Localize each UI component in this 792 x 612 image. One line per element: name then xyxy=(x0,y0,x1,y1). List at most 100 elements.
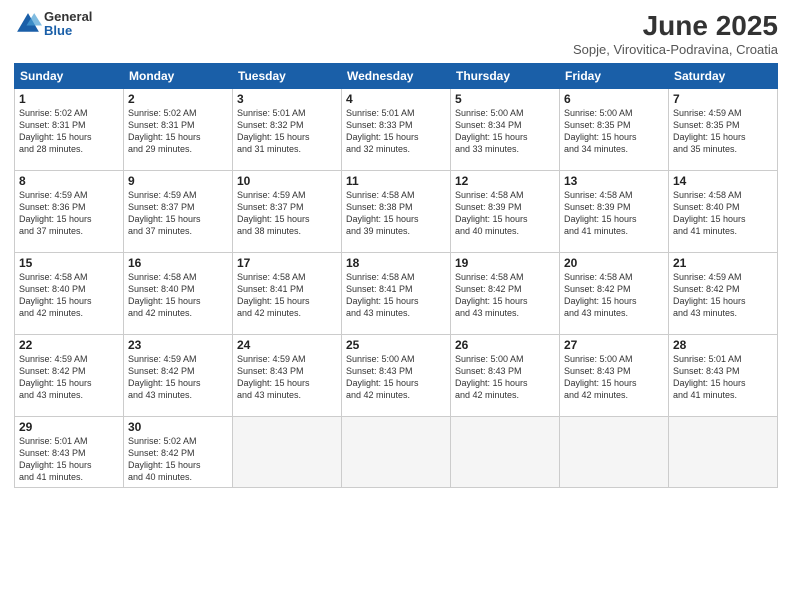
day-info: Sunrise: 5:01 AMSunset: 8:32 PMDaylight:… xyxy=(237,107,337,156)
day-number: 26 xyxy=(455,338,555,352)
day-number: 8 xyxy=(19,174,119,188)
calendar-cell: 6 Sunrise: 5:00 AMSunset: 8:35 PMDayligh… xyxy=(560,89,669,171)
calendar-cell: 19 Sunrise: 4:58 AMSunset: 8:42 PMDaylig… xyxy=(451,253,560,335)
calendar-cell: 30 Sunrise: 5:02 AMSunset: 8:42 PMDaylig… xyxy=(124,417,233,488)
header: General Blue June 2025 Sopje, Virovitica… xyxy=(14,10,778,57)
day-info: Sunrise: 5:00 AMSunset: 8:35 PMDaylight:… xyxy=(564,107,664,156)
calendar-cell: 7 Sunrise: 4:59 AMSunset: 8:35 PMDayligh… xyxy=(669,89,778,171)
calendar-cell: 16 Sunrise: 4:58 AMSunset: 8:40 PMDaylig… xyxy=(124,253,233,335)
day-info: Sunrise: 5:01 AMSunset: 8:43 PMDaylight:… xyxy=(19,435,119,484)
calendar: Sunday Monday Tuesday Wednesday Thursday… xyxy=(14,63,778,488)
day-number: 20 xyxy=(564,256,664,270)
day-number: 18 xyxy=(346,256,446,270)
day-info: Sunrise: 5:02 AMSunset: 8:42 PMDaylight:… xyxy=(128,435,228,484)
day-info: Sunrise: 4:59 AMSunset: 8:43 PMDaylight:… xyxy=(237,353,337,402)
day-number: 2 xyxy=(128,92,228,106)
col-sunday: Sunday xyxy=(15,64,124,89)
calendar-cell: 15 Sunrise: 4:58 AMSunset: 8:40 PMDaylig… xyxy=(15,253,124,335)
calendar-cell: 24 Sunrise: 4:59 AMSunset: 8:43 PMDaylig… xyxy=(233,335,342,417)
calendar-cell: 18 Sunrise: 4:58 AMSunset: 8:41 PMDaylig… xyxy=(342,253,451,335)
day-info: Sunrise: 4:58 AMSunset: 8:39 PMDaylight:… xyxy=(564,189,664,238)
calendar-cell: 4 Sunrise: 5:01 AMSunset: 8:33 PMDayligh… xyxy=(342,89,451,171)
day-number: 6 xyxy=(564,92,664,106)
calendar-cell-empty xyxy=(669,417,778,488)
calendar-cell: 29 Sunrise: 5:01 AMSunset: 8:43 PMDaylig… xyxy=(15,417,124,488)
calendar-cell: 8 Sunrise: 4:59 AMSunset: 8:36 PMDayligh… xyxy=(15,171,124,253)
table-row: 22 Sunrise: 4:59 AMSunset: 8:42 PMDaylig… xyxy=(15,335,778,417)
calendar-cell: 26 Sunrise: 5:00 AMSunset: 8:43 PMDaylig… xyxy=(451,335,560,417)
day-info: Sunrise: 5:00 AMSunset: 8:43 PMDaylight:… xyxy=(346,353,446,402)
day-info: Sunrise: 5:00 AMSunset: 8:34 PMDaylight:… xyxy=(455,107,555,156)
location: Sopje, Virovitica-Podravina, Croatia xyxy=(573,42,778,57)
calendar-cell-empty xyxy=(342,417,451,488)
day-number: 23 xyxy=(128,338,228,352)
col-monday: Monday xyxy=(124,64,233,89)
calendar-cell: 11 Sunrise: 4:58 AMSunset: 8:38 PMDaylig… xyxy=(342,171,451,253)
day-number: 19 xyxy=(455,256,555,270)
day-number: 25 xyxy=(346,338,446,352)
day-info: Sunrise: 4:58 AMSunset: 8:41 PMDaylight:… xyxy=(346,271,446,320)
day-number: 30 xyxy=(128,420,228,434)
day-number: 3 xyxy=(237,92,337,106)
day-number: 27 xyxy=(564,338,664,352)
logo: General Blue xyxy=(14,10,92,39)
day-number: 21 xyxy=(673,256,773,270)
day-number: 16 xyxy=(128,256,228,270)
day-info: Sunrise: 4:58 AMSunset: 8:39 PMDaylight:… xyxy=(455,189,555,238)
day-number: 22 xyxy=(19,338,119,352)
day-number: 24 xyxy=(237,338,337,352)
day-info: Sunrise: 4:58 AMSunset: 8:40 PMDaylight:… xyxy=(128,271,228,320)
day-info: Sunrise: 5:02 AMSunset: 8:31 PMDaylight:… xyxy=(19,107,119,156)
table-row: 8 Sunrise: 4:59 AMSunset: 8:36 PMDayligh… xyxy=(15,171,778,253)
calendar-cell: 21 Sunrise: 4:59 AMSunset: 8:42 PMDaylig… xyxy=(669,253,778,335)
day-info: Sunrise: 4:58 AMSunset: 8:40 PMDaylight:… xyxy=(673,189,773,238)
day-info: Sunrise: 4:58 AMSunset: 8:42 PMDaylight:… xyxy=(564,271,664,320)
day-number: 29 xyxy=(19,420,119,434)
day-info: Sunrise: 4:59 AMSunset: 8:37 PMDaylight:… xyxy=(128,189,228,238)
day-info: Sunrise: 4:59 AMSunset: 8:42 PMDaylight:… xyxy=(673,271,773,320)
day-number: 15 xyxy=(19,256,119,270)
calendar-cell: 25 Sunrise: 5:00 AMSunset: 8:43 PMDaylig… xyxy=(342,335,451,417)
calendar-cell: 14 Sunrise: 4:58 AMSunset: 8:40 PMDaylig… xyxy=(669,171,778,253)
day-info: Sunrise: 4:59 AMSunset: 8:37 PMDaylight:… xyxy=(237,189,337,238)
day-number: 7 xyxy=(673,92,773,106)
day-number: 28 xyxy=(673,338,773,352)
title-block: June 2025 Sopje, Virovitica-Podravina, C… xyxy=(573,10,778,57)
calendar-cell: 27 Sunrise: 5:00 AMSunset: 8:43 PMDaylig… xyxy=(560,335,669,417)
table-row: 1 Sunrise: 5:02 AMSunset: 8:31 PMDayligh… xyxy=(15,89,778,171)
col-wednesday: Wednesday xyxy=(342,64,451,89)
day-number: 9 xyxy=(128,174,228,188)
day-info: Sunrise: 5:01 AMSunset: 8:43 PMDaylight:… xyxy=(673,353,773,402)
day-info: Sunrise: 4:59 AMSunset: 8:35 PMDaylight:… xyxy=(673,107,773,156)
day-info: Sunrise: 5:01 AMSunset: 8:33 PMDaylight:… xyxy=(346,107,446,156)
calendar-cell: 10 Sunrise: 4:59 AMSunset: 8:37 PMDaylig… xyxy=(233,171,342,253)
logo-blue-text: Blue xyxy=(44,24,92,38)
page: General Blue June 2025 Sopje, Virovitica… xyxy=(0,0,792,612)
col-thursday: Thursday xyxy=(451,64,560,89)
month-title: June 2025 xyxy=(573,10,778,42)
day-info: Sunrise: 5:00 AMSunset: 8:43 PMDaylight:… xyxy=(564,353,664,402)
day-info: Sunrise: 4:58 AMSunset: 8:40 PMDaylight:… xyxy=(19,271,119,320)
day-info: Sunrise: 4:58 AMSunset: 8:41 PMDaylight:… xyxy=(237,271,337,320)
day-info: Sunrise: 4:58 AMSunset: 8:38 PMDaylight:… xyxy=(346,189,446,238)
day-info: Sunrise: 4:59 AMSunset: 8:42 PMDaylight:… xyxy=(128,353,228,402)
calendar-cell-empty xyxy=(451,417,560,488)
day-number: 13 xyxy=(564,174,664,188)
day-number: 4 xyxy=(346,92,446,106)
calendar-cell: 20 Sunrise: 4:58 AMSunset: 8:42 PMDaylig… xyxy=(560,253,669,335)
table-row: 29 Sunrise: 5:01 AMSunset: 8:43 PMDaylig… xyxy=(15,417,778,488)
calendar-cell: 12 Sunrise: 4:58 AMSunset: 8:39 PMDaylig… xyxy=(451,171,560,253)
day-info: Sunrise: 5:00 AMSunset: 8:43 PMDaylight:… xyxy=(455,353,555,402)
calendar-cell: 3 Sunrise: 5:01 AMSunset: 8:32 PMDayligh… xyxy=(233,89,342,171)
calendar-cell: 28 Sunrise: 5:01 AMSunset: 8:43 PMDaylig… xyxy=(669,335,778,417)
col-saturday: Saturday xyxy=(669,64,778,89)
calendar-header-row: Sunday Monday Tuesday Wednesday Thursday… xyxy=(15,64,778,89)
day-info: Sunrise: 5:02 AMSunset: 8:31 PMDaylight:… xyxy=(128,107,228,156)
day-number: 11 xyxy=(346,174,446,188)
day-number: 5 xyxy=(455,92,555,106)
calendar-cell: 17 Sunrise: 4:58 AMSunset: 8:41 PMDaylig… xyxy=(233,253,342,335)
calendar-cell: 2 Sunrise: 5:02 AMSunset: 8:31 PMDayligh… xyxy=(124,89,233,171)
day-number: 17 xyxy=(237,256,337,270)
logo-general-text: General xyxy=(44,10,92,24)
calendar-cell: 5 Sunrise: 5:00 AMSunset: 8:34 PMDayligh… xyxy=(451,89,560,171)
